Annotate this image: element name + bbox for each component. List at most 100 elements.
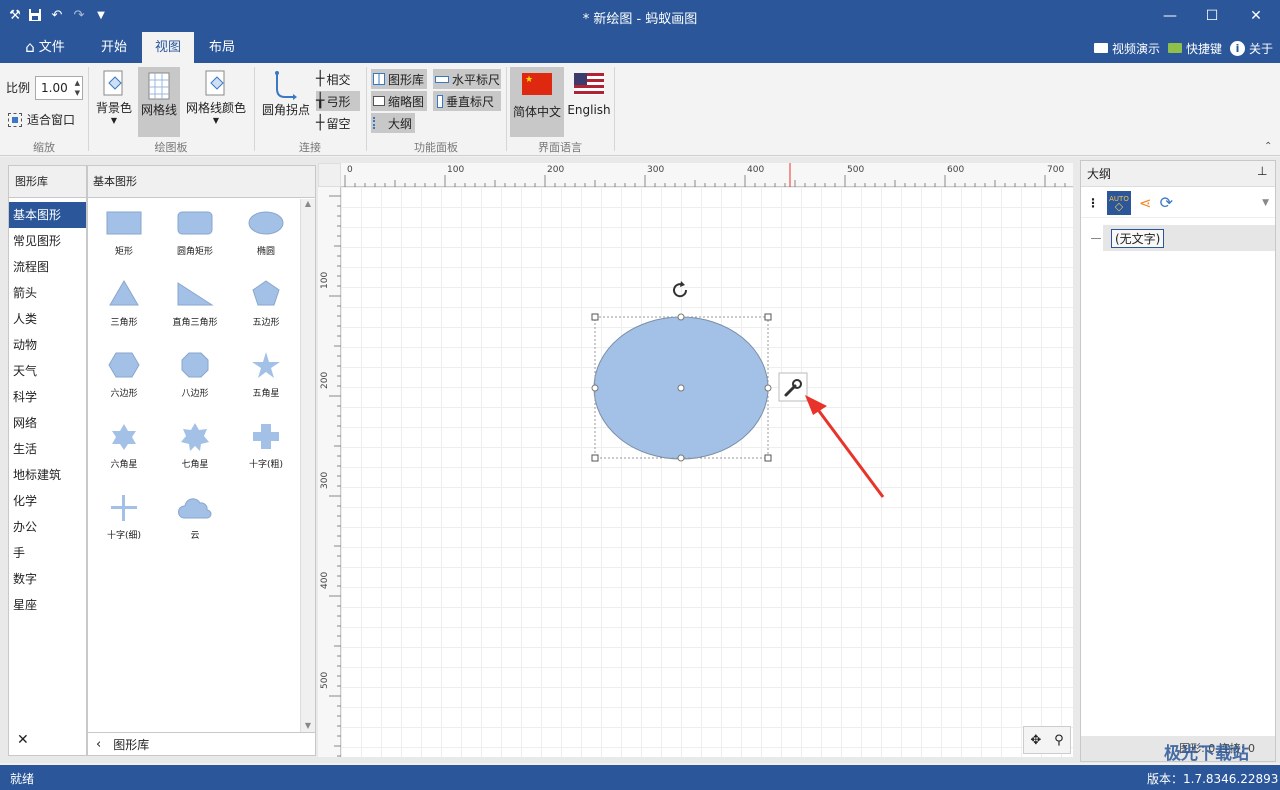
tab-file[interactable]: ⌂ 文件 (14, 32, 76, 63)
library-shape-item[interactable]: 六边形 (89, 350, 159, 420)
library-shape-item[interactable]: 七角星 (160, 421, 230, 491)
library-category-item[interactable]: 天气 (9, 358, 86, 384)
wrench-icon[interactable] (778, 372, 808, 402)
library-category-item[interactable]: 手 (9, 540, 86, 566)
video-demo-link[interactable]: 视频演示 (1094, 38, 1160, 58)
outline-node[interactable]: (无文字) (1103, 225, 1275, 251)
gap-icon: ┼ (316, 115, 325, 131)
horizontal-ruler-label: 0 (347, 165, 353, 175)
library-category-item[interactable]: 基本图形 (9, 202, 86, 228)
thumbnail-panel-label: 缩略图 (388, 94, 425, 109)
share-icon[interactable]: ⋖ (1139, 194, 1152, 212)
shapes-scrollbar[interactable]: ▲ ▼ (300, 199, 315, 732)
library-footer[interactable]: ‹ 图形库 (88, 732, 315, 755)
library-shape-item[interactable]: 十字(细) (89, 492, 159, 562)
library-category-item[interactable]: 流程图 (9, 254, 86, 280)
fit-window-button[interactable]: 适合窗口 (8, 111, 75, 128)
tab-view[interactable]: 视图 (142, 32, 194, 63)
library-category-item[interactable]: 动物 (9, 332, 86, 358)
collapse-ribbon-icon[interactable]: ⌃ (1264, 141, 1272, 152)
library-category-item[interactable]: 星座 (9, 592, 86, 618)
grid-lines-button[interactable]: 网格线 (138, 67, 180, 137)
drawing-canvas[interactable]: ✥ ⚲ (341, 187, 1073, 757)
library-category-item[interactable]: 常见图形 (9, 228, 86, 254)
resize-handle[interactable] (764, 313, 772, 321)
connection-point[interactable] (677, 454, 685, 462)
library-shape-item[interactable]: 三角形 (89, 279, 159, 349)
shape-preview-icon (108, 352, 140, 378)
tab-layout[interactable]: 布局 (196, 32, 248, 63)
round-corner-button[interactable]: 圆角拐点 (258, 69, 314, 118)
gap-button[interactable]: ┼ 留空 (316, 113, 360, 133)
rotate-icon[interactable] (673, 281, 688, 298)
center-point[interactable] (677, 384, 685, 392)
shortcut-keys-link[interactable]: 快捷键 (1168, 38, 1222, 58)
horizontal-ruler-toggle[interactable]: 水平标尺 (433, 69, 501, 89)
cross-button[interactable]: ┼ 相交 (316, 69, 360, 89)
group-zoom-label: 缩放 (33, 141, 55, 154)
zoom-icon[interactable]: ⚲ (1054, 733, 1064, 748)
auto-layout-icon[interactable]: AUTO ◇ (1107, 190, 1131, 215)
more-options-icon[interactable]: ⋮ (1087, 196, 1099, 210)
library-category-item[interactable]: 办公 (9, 514, 86, 540)
connection-point[interactable] (591, 384, 599, 392)
thumbnail-panel-toggle[interactable]: 缩略图 (371, 91, 427, 111)
library-category-item[interactable]: 网络 (9, 410, 86, 436)
resize-handle[interactable] (591, 454, 599, 462)
shape-label: 七角星 (181, 460, 209, 470)
connection-point[interactable] (677, 313, 685, 321)
arc-label: 弓形 (326, 94, 351, 109)
outline-panel-toggle[interactable]: 大纲 (371, 113, 415, 133)
arc-button[interactable]: ╁ 弓形 (316, 91, 360, 111)
close-icon[interactable]: ✕ (1236, 4, 1276, 28)
scale-input[interactable]: 1.00 ▲ ▼ (35, 76, 83, 100)
library-category-item[interactable]: 人类 (9, 306, 86, 332)
resize-handle[interactable] (764, 454, 772, 462)
library-shape-item[interactable]: 云 (160, 492, 230, 562)
library-panel-toggle[interactable]: 图形库 (371, 69, 427, 89)
vertical-ruler-toggle[interactable]: 垂直标尺 (433, 91, 501, 111)
status-text: 就绪 (10, 772, 35, 786)
library-shape-item[interactable]: 八边形 (160, 350, 230, 420)
library-category-item[interactable]: 数字 (9, 566, 86, 592)
resize-handle[interactable] (591, 313, 599, 321)
scroll-down-icon[interactable]: ▼ (301, 721, 315, 730)
scale-spinner-icon[interactable]: ▲ ▼ (75, 78, 80, 98)
refresh-icon[interactable]: ⟳ (1160, 193, 1173, 212)
library-category-item[interactable]: 生活 (9, 436, 86, 462)
library-shape-item[interactable]: 六角星 (89, 421, 159, 491)
pin-icon[interactable]: ⊥ (1257, 164, 1267, 178)
maximize-icon[interactable]: ☐ (1192, 4, 1232, 28)
navigator-button[interactable]: ✥ ⚲ (1023, 726, 1071, 754)
library-category-item[interactable]: 地标建筑 (9, 462, 86, 488)
library-shape-item[interactable]: 五边形 (231, 279, 301, 349)
library-shape-item[interactable]: 十字(粗) (231, 421, 301, 491)
library-shape-item[interactable]: 矩形 (89, 208, 159, 278)
library-shape-item[interactable]: 圆角矩形 (160, 208, 230, 278)
shape-label: 五边形 (252, 318, 280, 328)
move-icon[interactable]: ✥ (1030, 733, 1041, 748)
library-category-item[interactable]: 箭头 (9, 280, 86, 306)
dropdown-arrow-icon[interactable]: ▼ (1262, 198, 1269, 208)
scroll-up-icon[interactable]: ▲ (301, 199, 315, 208)
library-category-item[interactable]: 科学 (9, 384, 86, 410)
close-library-icon[interactable]: ✕ (17, 732, 29, 748)
fit-window-label: 适合窗口 (27, 113, 76, 127)
about-link[interactable]: i 关于 (1230, 38, 1273, 58)
connection-point[interactable] (764, 384, 772, 392)
background-color-button[interactable]: 背景色 ▼ (92, 69, 136, 125)
language-chinese-button[interactable]: ★ 简体中文 (510, 67, 564, 137)
library-shape-item[interactable]: 直角三角形 (160, 279, 230, 349)
language-english-button[interactable]: English (566, 73, 612, 117)
library-shape-item[interactable]: 五角星 (231, 350, 301, 420)
minimize-icon[interactable]: — (1150, 4, 1190, 28)
background-color-label: 背景色 (95, 101, 132, 115)
library-shape-item[interactable]: 椭圆 (231, 208, 301, 278)
ribbon-tab-bar: ⌂ 文件 开始 视图 布局 视频演示 快捷键 i 关于 (0, 32, 1280, 63)
outline-node-label: (无文字) (1111, 228, 1165, 248)
shape-label: 五角星 (252, 389, 280, 399)
library-category-item[interactable]: 化学 (9, 488, 86, 514)
tab-start[interactable]: 开始 (88, 32, 140, 63)
chevron-left-icon[interactable]: ‹ (96, 737, 101, 752)
grid-color-button[interactable]: 网格线颜色 ▼ (184, 69, 248, 125)
